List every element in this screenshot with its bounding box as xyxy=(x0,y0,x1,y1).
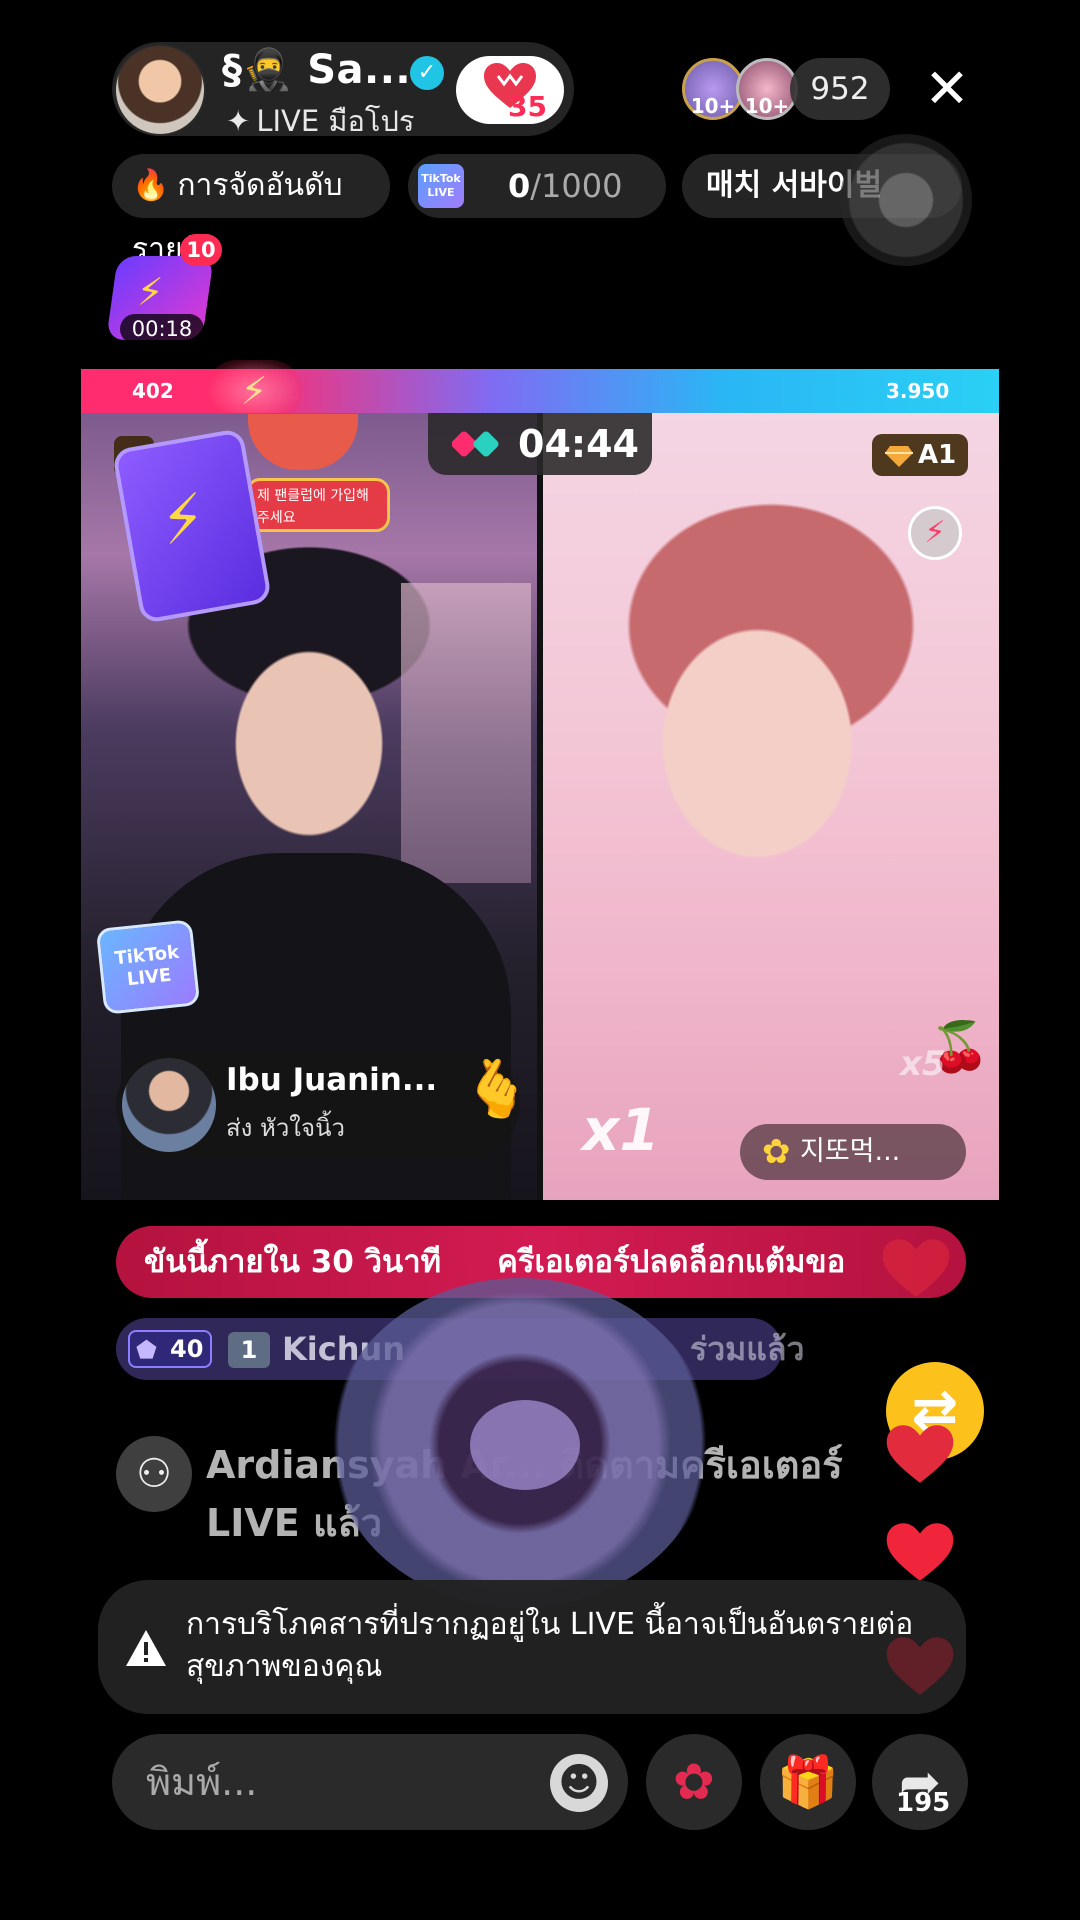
join-suffix: ร่วมแล้ว xyxy=(690,1330,805,1368)
flame-icon: 🔥 xyxy=(132,168,170,203)
sparkle-icon: ✦ xyxy=(226,104,251,138)
close-icon[interactable]: ✕ xyxy=(922,62,972,116)
stream-divider xyxy=(537,413,543,1200)
assistive-touch-button[interactable] xyxy=(840,134,972,266)
gift-booster-count-badge: 10 xyxy=(180,234,222,266)
host-avatar[interactable] xyxy=(114,44,206,136)
gifter-name: Ibu Juanin... xyxy=(226,1062,438,1098)
tiktok-live-icon: TikTok LIVE xyxy=(418,164,464,208)
host-subtitle-text: LIVE มือโปร xyxy=(256,104,415,138)
goal-progress-text: 0/1000 xyxy=(508,154,622,218)
heart-icon xyxy=(882,1239,950,1297)
host-name[interactable]: §🥷 Sa... xyxy=(222,46,411,93)
fanclub-banner[interactable]: 제 팬클럽에 가입해주세요 xyxy=(246,478,390,532)
top-viewer-avatar[interactable]: 10+ xyxy=(682,58,744,120)
gift-booster-timer: 00:18 xyxy=(120,314,204,344)
heart-icon xyxy=(886,1523,954,1581)
share-count: 195 xyxy=(896,1788,951,1818)
heart-icon xyxy=(886,1637,954,1695)
diamond-icon xyxy=(885,446,913,467)
battle-icon xyxy=(452,431,499,457)
host-subtitle: ✦ LIVE มือโปร xyxy=(226,98,415,144)
finger-heart-icon: 🫰 xyxy=(462,1057,532,1122)
battle-multiplier: x1 xyxy=(582,1096,660,1164)
level-icon: ⬟ xyxy=(136,1336,157,1364)
follow-count: 35 xyxy=(508,90,547,123)
verified-icon: ✓ xyxy=(410,56,444,90)
emoji-icon[interactable]: ☻ xyxy=(550,1754,608,1812)
goal-progress-current: 0 xyxy=(508,167,531,205)
goal-progress-pill[interactable]: TikTok LIVE 0/1000 xyxy=(408,154,666,218)
user-follow-icon: ⚇ xyxy=(116,1436,192,1512)
lightning-icon: ⚡ xyxy=(136,270,164,314)
top-viewer-avatar[interactable]: 10+ xyxy=(736,58,798,120)
fan-rank-badge: 1 xyxy=(228,1332,270,1368)
warning-icon xyxy=(126,1630,166,1666)
gift-animation-core xyxy=(470,1400,580,1490)
viewer-count[interactable]: 952 xyxy=(790,58,890,120)
battle-score-left: 402 xyxy=(132,379,174,403)
tiktok-live-badge: TikTok LIVE xyxy=(95,919,201,1015)
booster-icon[interactable]: ⚡ xyxy=(908,506,962,560)
marquee-text-2: ครีเอเตอร์ปลดล็อกแต้มขอ xyxy=(497,1244,846,1280)
opponent-streak: x5 xyxy=(900,1044,946,1084)
gift-icon[interactable]: 🎁 xyxy=(760,1734,856,1830)
flower-icon: ✿ xyxy=(762,1132,791,1172)
marquee-text-1: ขันนี้ภายใน 30 วินาที xyxy=(144,1244,442,1280)
background-poster xyxy=(401,583,531,883)
goal-progress-max: /1000 xyxy=(530,167,623,205)
rose-icon[interactable]: ✿ xyxy=(646,1734,742,1830)
battle-score-right: 3.950 xyxy=(886,379,950,403)
health-warning-text: การบริโภคสารที่ปรากฏอยู่ใน LIVE นี้อาจเป… xyxy=(186,1607,914,1684)
gifter-action: ส่ง หัวใจนิ้ว xyxy=(226,1114,345,1142)
lightning-icon: ⚡ xyxy=(154,480,212,561)
gifter-avatar[interactable] xyxy=(122,1058,216,1152)
daily-ranking-pill[interactable]: 🔥 การจัดอันดับรายวัน xyxy=(112,154,390,267)
heart-icon xyxy=(886,1425,954,1483)
